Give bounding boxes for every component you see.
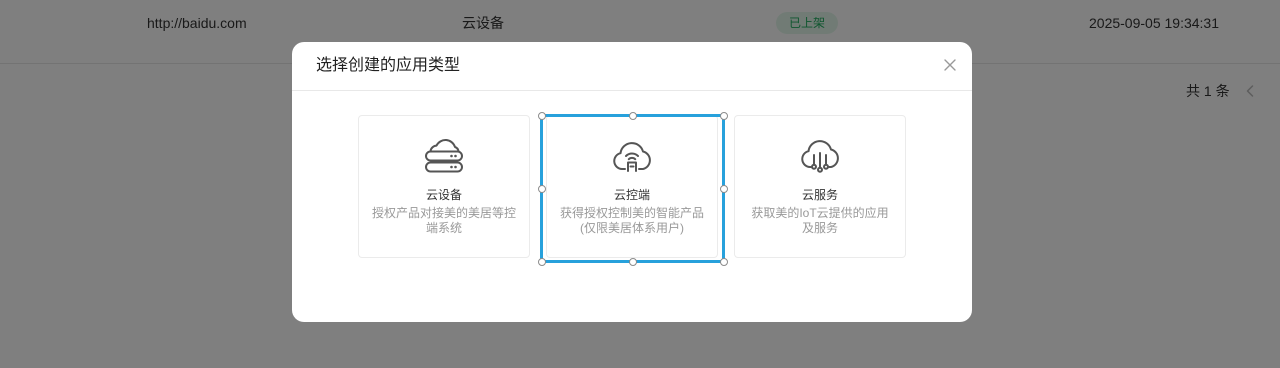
dialog-header: 选择创建的应用类型 [292,42,972,91]
selection-handle-bottom-center [628,257,637,266]
option-card-cloud-service[interactable]: 云服务 获取美的IoT云提供的应用 及服务 [734,115,906,258]
option-card-cloud-device[interactable]: 云设备 授权产品对接美的美居等控 端系统 [358,115,530,258]
option-description-line: 端系统 [425,221,462,235]
option-description: 授权产品对接美的美居等控 端系统 [359,206,529,236]
selection-handle-bottom-left [537,257,546,266]
close-icon[interactable] [944,59,956,71]
option-description-line: 及服务 [801,221,838,235]
selection-handle-middle-left [537,184,546,193]
option-description: 获得授权控制美的智能产品 (仅限美居体系用户) [547,206,717,236]
option-description-line: 获得授权控制美的智能产品 [559,206,704,220]
create-app-type-dialog: 选择创建的应用类型 云设备 授权产品对接美的美居等控 端系统 云控端 获得授权控… [292,42,972,322]
option-description: 获取美的IoT云提供的应用 及服务 [735,206,905,236]
selection-handle-middle-right [719,184,728,193]
app-type-options: 云设备 授权产品对接美的美居等控 端系统 云控端 获得授权控制美的智能产品 (仅… [358,111,906,266]
option-label: 云控端 [613,188,650,202]
option-label: 云设备 [425,188,462,202]
cloud-wifi-icon [612,139,652,173]
cloud-server-icon [424,139,464,173]
option-label: 云服务 [801,188,838,202]
option-description-line: (仅限美居体系用户) [580,221,684,235]
selection-handle-bottom-right [719,257,728,266]
option-description-line: 授权产品对接美的美居等控 [371,206,516,220]
selection-handle-top-center [628,111,637,120]
cloud-circuit-icon [800,139,840,173]
selection-handle-top-left [537,111,546,120]
option-description-line: 获取美的IoT云提供的应用 [751,206,889,220]
option-card-cloud-control[interactable]: 云控端 获得授权控制美的智能产品 (仅限美居体系用户) [537,111,728,266]
selection-handle-top-right [719,111,728,120]
dialog-title: 选择创建的应用类型 [316,57,461,74]
